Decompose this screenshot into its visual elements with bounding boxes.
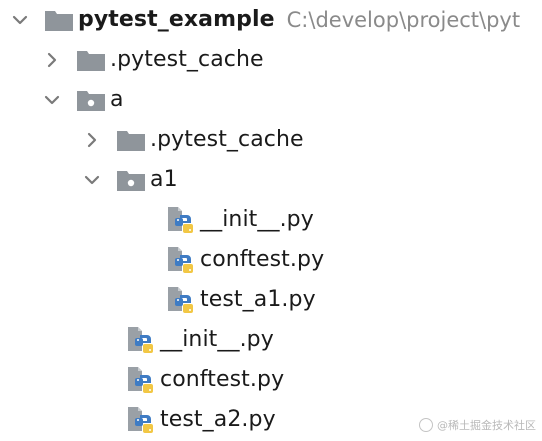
package-folder-icon [116,166,146,194]
package-folder-icon [76,86,106,114]
python-file-icon [166,246,196,274]
chevron-down-icon[interactable] [80,168,104,192]
tree-item[interactable]: test_a1.py [166,280,316,320]
folder-icon [44,6,74,34]
project-name: pytest_example [78,7,275,32]
tree-item-label: test_a1.py [200,287,316,312]
tree-item[interactable]: .pytest_cache [80,120,304,160]
project-tree: pytest_example C:\develop\project\pyt .p… [0,0,542,441]
tree-item-label: test_a2.py [160,407,276,432]
tree-item-label: a1 [150,167,178,192]
chevron-right-icon[interactable] [80,128,104,152]
tree-item[interactable]: .pytest_cache [40,40,264,80]
watermark-text: @稀土掘金技术社区 [437,419,536,432]
tree-item[interactable]: test_a2.py [126,400,276,440]
tree-item[interactable]: a1 [80,160,178,200]
tree-item-label: __init__.py [200,207,314,232]
tree-item[interactable]: conftest.py [166,240,324,280]
chevron-down-icon[interactable] [8,8,32,32]
python-file-icon [126,326,156,354]
tree-item-label: .pytest_cache [150,127,304,152]
tree-item[interactable]: __init__.py [126,320,274,360]
tree-item[interactable]: a [40,80,124,120]
watermark-logo-icon [419,418,433,432]
tree-item[interactable]: __init__.py [166,200,314,240]
python-file-icon [166,286,196,314]
tree-item-label: a [110,87,124,112]
folder-icon [116,126,146,154]
tree-item-label: __init__.py [160,327,274,352]
python-file-icon [166,206,196,234]
tree-root-row[interactable]: pytest_example C:\develop\project\pyt [8,0,520,40]
tree-item-label: .pytest_cache [110,47,264,72]
tree-item-label: conftest.py [160,367,285,392]
watermark: @稀土掘金技术社区 [419,417,536,433]
python-file-icon [126,406,156,434]
tree-item-label: conftest.py [200,247,325,272]
tree-item[interactable]: conftest.py [126,360,284,400]
chevron-right-icon[interactable] [40,48,64,72]
folder-icon [76,46,106,74]
chevron-down-icon[interactable] [40,88,64,112]
python-file-icon [126,366,156,394]
project-path: C:\develop\project\pyt [286,8,521,32]
